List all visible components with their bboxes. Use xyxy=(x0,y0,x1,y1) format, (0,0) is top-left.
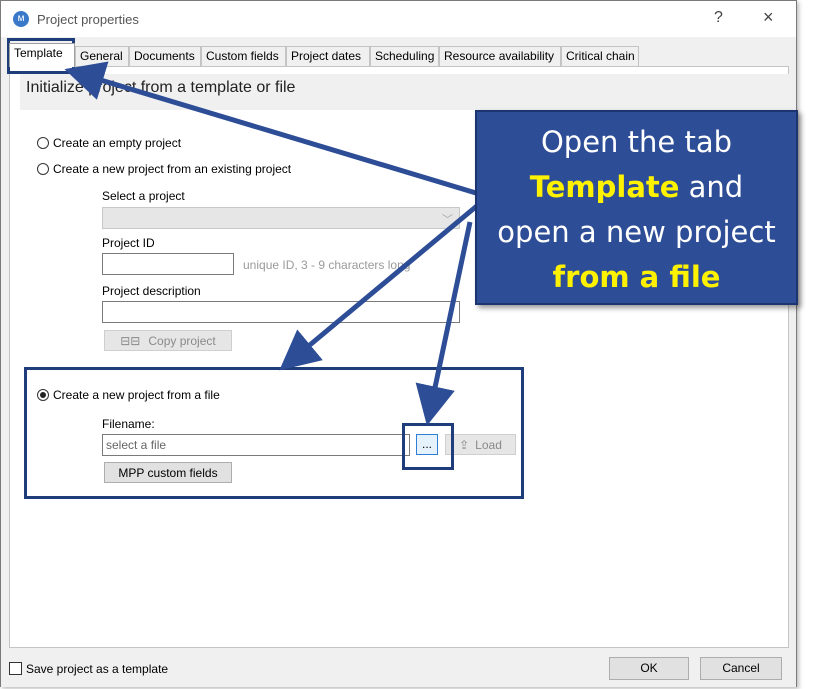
radio-existing-project[interactable]: Create a new project from an existing pr… xyxy=(37,162,291,176)
help-button[interactable]: ? xyxy=(714,9,723,27)
instruction-callout: Open the tab Template and open a new pro… xyxy=(475,110,798,305)
project-id-field[interactable] xyxy=(102,253,234,275)
close-button[interactable]: × xyxy=(763,7,774,28)
callout-line-3: open a new project xyxy=(497,215,776,249)
save-template-label: Save project as a template xyxy=(26,662,169,676)
radio-empty-project[interactable]: Create an empty project xyxy=(37,136,181,150)
copy-icon: ⊟⊟ xyxy=(120,334,141,348)
radio-button[interactable] xyxy=(37,137,49,149)
tab-custom-fields[interactable]: Custom fields xyxy=(201,46,286,66)
radio-button[interactable] xyxy=(37,163,49,175)
project-description-label: Project description xyxy=(102,284,201,298)
copy-project-label: Copy project xyxy=(148,334,216,348)
select-project-dropdown[interactable]: ﹀ xyxy=(102,207,460,229)
project-id-hint: unique ID, 3 - 9 characters long xyxy=(243,258,411,272)
callout-line-1: Open the tab xyxy=(540,125,733,159)
project-properties-dialog: ᴍ Project properties ? × Template Genera… xyxy=(0,0,797,687)
radio-label: Create a new project from an existing pr… xyxy=(53,162,292,176)
window-title: Project properties xyxy=(37,12,139,27)
tab-documents[interactable]: Documents xyxy=(129,46,201,66)
section-header: Initialize project from a template or fi… xyxy=(20,74,792,110)
tab-general[interactable]: General xyxy=(75,46,129,66)
save-template-checkbox[interactable] xyxy=(9,662,22,675)
project-id-label: Project ID xyxy=(102,236,155,250)
chevron-down-icon: ﹀ xyxy=(442,214,453,226)
ok-button[interactable]: OK xyxy=(609,657,689,680)
cancel-button[interactable]: Cancel xyxy=(700,657,782,680)
project-description-field[interactable] xyxy=(102,301,460,323)
callout-line-2-rest: and xyxy=(679,170,744,204)
app-logo-icon: ᴍ xyxy=(13,11,29,27)
title-bar: ᴍ Project properties ? × xyxy=(1,1,796,37)
dialog-footer: Save project as a template OK Cancel xyxy=(1,649,796,687)
select-project-label: Select a project xyxy=(102,189,185,203)
tab-resource-availability[interactable]: Resource availability xyxy=(439,46,561,66)
tab-project-dates[interactable]: Project dates xyxy=(286,46,370,66)
tab-critical-chain[interactable]: Critical chain xyxy=(561,46,639,66)
tab-template[interactable]: Template xyxy=(9,43,75,67)
copy-project-button[interactable]: ⊟⊟ Copy project xyxy=(104,330,232,351)
callout-line-4: from a file xyxy=(552,260,721,294)
radio-label: Create an empty project xyxy=(53,136,182,150)
callout-line-2: Template and xyxy=(477,165,796,210)
tab-scheduling[interactable]: Scheduling xyxy=(370,46,439,66)
callout-template-emphasis: Template xyxy=(529,170,680,204)
browse-button-highlight xyxy=(402,423,454,470)
